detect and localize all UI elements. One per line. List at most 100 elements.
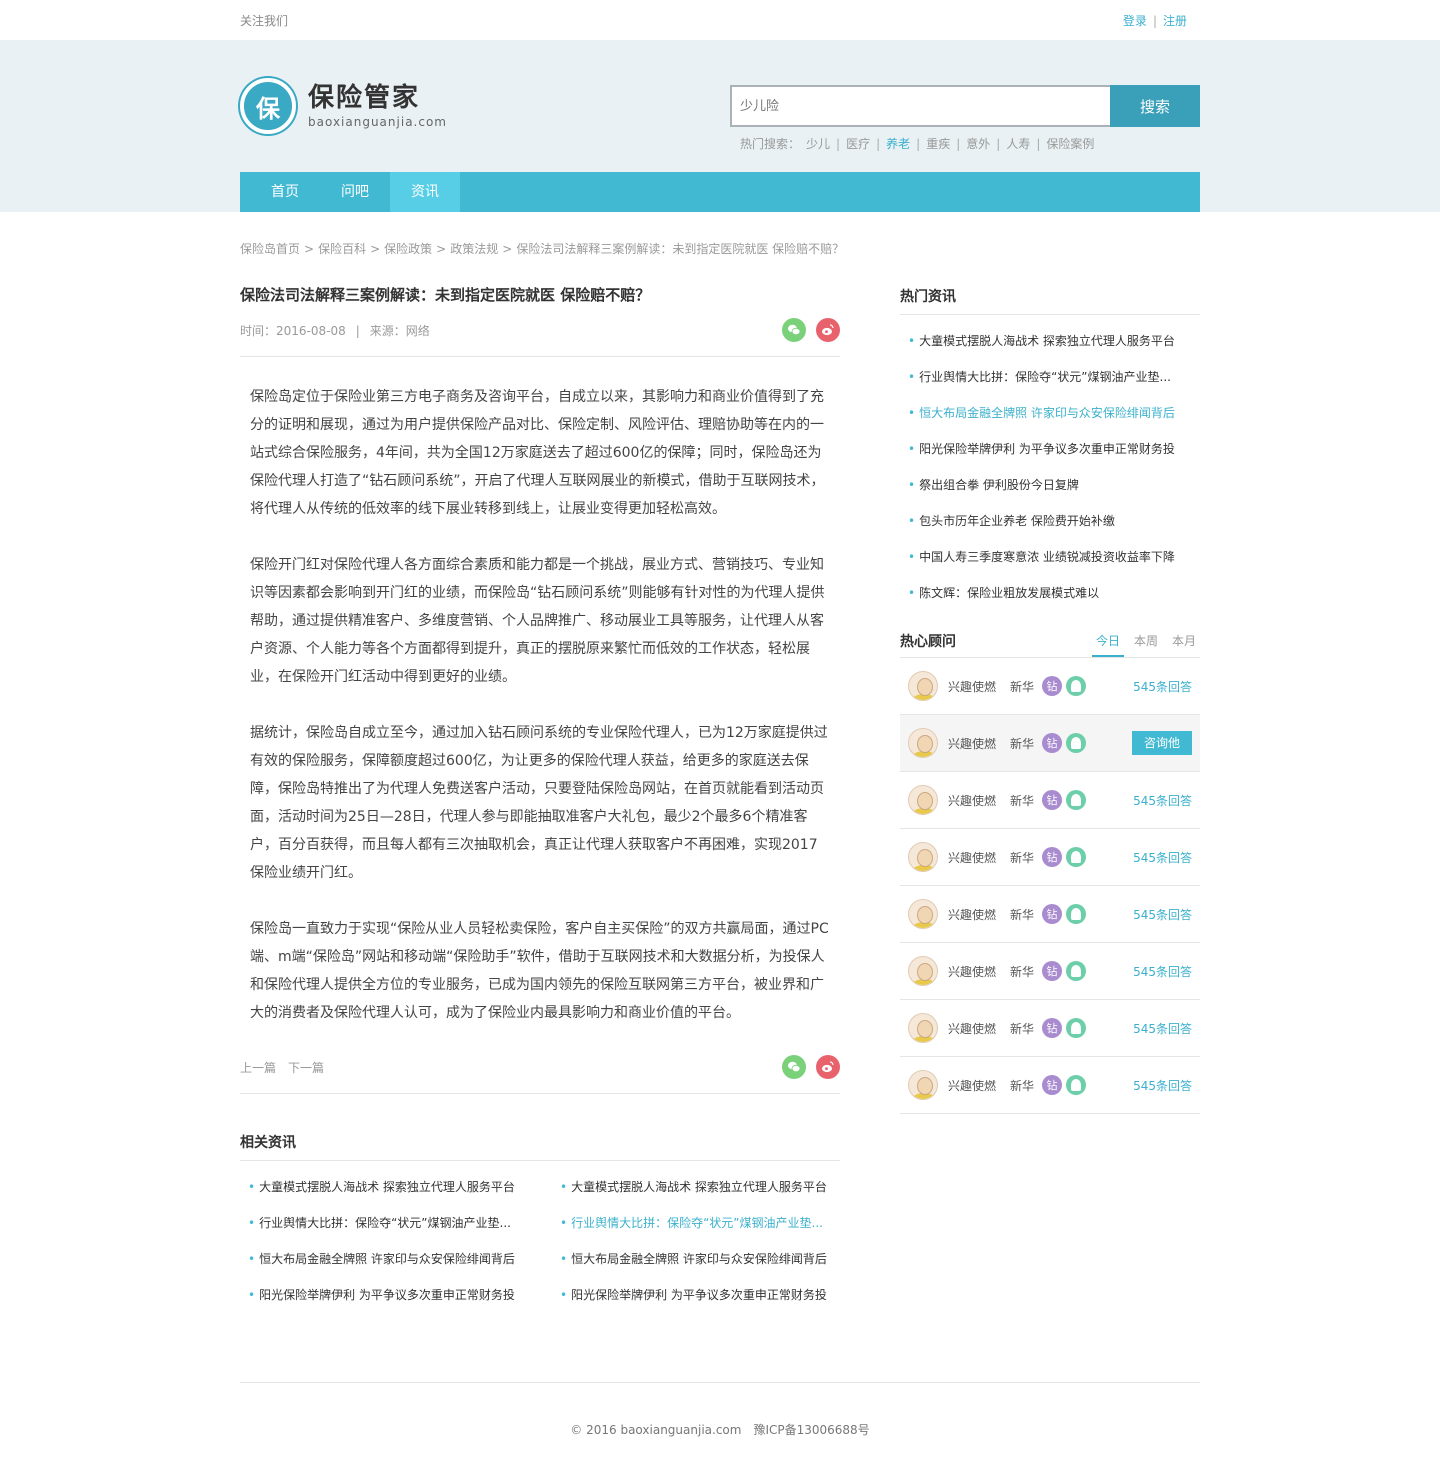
advisor-answer-count[interactable]: 545条回答 — [1133, 849, 1192, 866]
nav-item[interactable]: 问吧 — [320, 172, 390, 212]
hot-news-link[interactable]: 中国人寿三季度寒意浓 业绩锐减投资收益率下降 — [919, 550, 1175, 564]
bullet-icon: • — [908, 370, 916, 384]
advisors-tab[interactable]: 今日 — [1091, 632, 1124, 657]
related-news-item[interactable]: • 大童模式摆脱人海战术 探索独立代理人服务平台 — [240, 1169, 552, 1205]
advisor-row[interactable]: 兴趣使燃 新华钻 545条回答 — [900, 1057, 1200, 1114]
hot-news-link[interactable]: 祭出组合拳 伊利股份今日复牌 — [919, 478, 1079, 492]
avatar[interactable] — [908, 671, 938, 701]
hot-news-link[interactable]: 包头市历年企业养老 保险费开始补缴 — [919, 514, 1115, 528]
related-news-item[interactable]: • 大童模式摆脱人海战术 探索独立代理人服务平台 — [552, 1169, 840, 1205]
advisors-tab[interactable]: 本周 — [1130, 632, 1162, 657]
advisor-name[interactable]: 兴趣使燃 — [948, 678, 1010, 695]
hot-news-item[interactable]: • 大童模式摆脱人海战术 探索独立代理人服务平台 — [900, 323, 1200, 359]
advisor-answer-count[interactable]: 545条回答 — [1133, 1020, 1192, 1037]
breadcrumb-item[interactable]: 保险百科 — [318, 242, 366, 256]
avatar[interactable] — [908, 728, 938, 758]
hot-news-link[interactable]: 行业舆情大比拼：保险夺“状元”煤钢油产业垫... — [919, 370, 1171, 384]
wechat-share-icon[interactable] — [782, 318, 806, 342]
related-news-link[interactable]: 行业舆情大比拼：保险夺“状元”煤钢油产业垫... — [259, 1216, 511, 1230]
search-button[interactable]: 搜索 — [1110, 85, 1200, 127]
related-news-link[interactable]: 恒大布局金融全牌照 许家印与众安保险绯闻背后 — [571, 1252, 827, 1266]
hot-news-link[interactable]: 大童模式摆脱人海战术 探索独立代理人服务平台 — [919, 334, 1175, 348]
advisor-row[interactable]: 兴趣使燃 新华钻 545条回答 — [900, 772, 1200, 829]
advisor-name[interactable]: 兴趣使燃 — [948, 963, 1010, 980]
prev-article-link[interactable]: 上一篇 — [240, 1061, 276, 1075]
advisor-name[interactable]: 兴趣使燃 — [948, 735, 1010, 752]
advisor-row[interactable]: 兴趣使燃 新华钻 545条回答 — [900, 658, 1200, 715]
related-news-link[interactable]: 恒大布局金融全牌照 许家印与众安保险绯闻背后 — [259, 1252, 515, 1266]
advisor-answer-count[interactable]: 545条回答 — [1133, 678, 1192, 695]
hot-keyword[interactable]: 医疗 — [846, 137, 870, 151]
breadcrumb-item[interactable]: 保险政策 — [384, 242, 432, 256]
advisors-tab[interactable]: 本月 — [1168, 632, 1200, 657]
diamond-badge-icon: 钻 — [1042, 790, 1062, 810]
share-buttons-bottom — [782, 1055, 840, 1079]
avatar[interactable] — [908, 1013, 938, 1043]
wechat-share-icon[interactable] — [782, 1055, 806, 1079]
advisor-answer-count[interactable]: 545条回答 — [1133, 906, 1192, 923]
avatar[interactable] — [908, 899, 938, 929]
hot-news-item[interactable]: • 包头市历年企业养老 保险费开始补缴 — [900, 503, 1200, 539]
weibo-share-icon[interactable] — [816, 1055, 840, 1079]
avatar[interactable] — [908, 842, 938, 872]
advisor-row[interactable]: 兴趣使燃 新华钻 545条回答 — [900, 943, 1200, 1000]
weibo-share-icon[interactable] — [816, 318, 840, 342]
related-news-item[interactable]: • 行业舆情大比拼：保险夺“状元”煤钢油产业垫... — [552, 1205, 840, 1241]
related-news-item[interactable]: • 阳光保险举牌伊利 为平争议多次重申正常财务投 — [552, 1277, 840, 1313]
hot-news-item[interactable]: • 祭出组合拳 伊利股份今日复牌 — [900, 467, 1200, 503]
related-news-item[interactable]: • 阳光保险举牌伊利 为平争议多次重申正常财务投 — [240, 1277, 552, 1313]
related-news-link[interactable]: 阳光保险举牌伊利 为平争议多次重申正常财务投 — [259, 1288, 515, 1302]
consult-button[interactable]: 咨询他 — [1132, 731, 1192, 755]
hot-keyword[interactable]: 养老 — [886, 137, 910, 151]
breadcrumb-separator: > — [502, 242, 513, 256]
login-link[interactable]: 登录 — [1123, 14, 1147, 28]
advisor-name[interactable]: 兴趣使燃 — [948, 906, 1010, 923]
advisor-name[interactable]: 兴趣使燃 — [948, 1020, 1010, 1037]
advisor-row[interactable]: 兴趣使燃 新华钻 545条回答 — [900, 829, 1200, 886]
avatar[interactable] — [908, 956, 938, 986]
hot-keyword[interactable]: 少儿 — [806, 137, 830, 151]
advisor-answer-count[interactable]: 545条回答 — [1133, 1077, 1192, 1094]
site-logo[interactable]: 保 保险管家 baoxianguanjia.com — [240, 78, 447, 134]
related-news-link[interactable]: 阳光保险举牌伊利 为平争议多次重申正常财务投 — [571, 1288, 827, 1302]
advisor-name[interactable]: 兴趣使燃 — [948, 792, 1010, 809]
bullet-icon: • — [560, 1252, 568, 1266]
hot-news-link[interactable]: 阳光保险举牌伊利 为平争议多次重申正常财务投 — [919, 442, 1175, 456]
advisor-answer-count[interactable]: 545条回答 — [1133, 792, 1192, 809]
hot-news-item[interactable]: • 中国人寿三季度寒意浓 业绩锐减投资收益率下降 — [900, 539, 1200, 575]
hot-keyword[interactable]: 保险案例 — [1046, 137, 1094, 151]
search-input[interactable] — [730, 85, 1110, 127]
hot-keyword[interactable]: 意外 — [966, 137, 990, 151]
breadcrumb-item: 保险法司法解释三案例解读：未到指定医院就医 保险赔不赔？ — [516, 242, 845, 256]
related-news-item[interactable]: • 恒大布局金融全牌照 许家印与众安保险绯闻背后 — [552, 1241, 840, 1277]
avatar[interactable] — [908, 785, 938, 815]
hot-news-link[interactable]: 陈文辉：保险业粗放发展模式难以 — [919, 586, 1099, 600]
advisor-row[interactable]: 兴趣使燃 新华钻 545条回答 — [900, 886, 1200, 943]
breadcrumb-item[interactable]: 保险岛首页 — [240, 242, 300, 256]
advisor-row[interactable]: 兴趣使燃 新华钻 咨询他 — [900, 715, 1200, 772]
advisor-name[interactable]: 兴趣使燃 — [948, 1077, 1010, 1094]
hot-keyword[interactable]: 人寿 — [1006, 137, 1030, 151]
related-news-item[interactable]: • 行业舆情大比拼：保险夺“状元”煤钢油产业垫... — [240, 1205, 552, 1241]
avatar[interactable] — [908, 1070, 938, 1100]
footer-icp[interactable]: 豫ICP备13006688号 — [753, 1423, 869, 1437]
nav-item[interactable]: 资讯 — [390, 172, 460, 212]
related-news-link[interactable]: 大童模式摆脱人海战术 探索独立代理人服务平台 — [571, 1180, 827, 1194]
breadcrumb-item[interactable]: 政策法规 — [450, 242, 498, 256]
hot-news-link[interactable]: 恒大布局金融全牌照 许家印与众安保险绯闻背后 — [919, 406, 1175, 420]
register-link[interactable]: 注册 — [1163, 14, 1187, 28]
hot-news-item[interactable]: • 阳光保险举牌伊利 为平争议多次重申正常财务投 — [900, 431, 1200, 467]
hot-news-item[interactable]: • 陈文辉：保险业粗放发展模式难以 — [900, 575, 1200, 611]
advisor-row[interactable]: 兴趣使燃 新华钻 545条回答 — [900, 1000, 1200, 1057]
advisor-answer-count[interactable]: 545条回答 — [1133, 963, 1192, 980]
related-news-item[interactable]: • 恒大布局金融全牌照 许家印与众安保险绯闻背后 — [240, 1241, 552, 1277]
hot-news-item[interactable]: • 行业舆情大比拼：保险夺“状元”煤钢油产业垫... — [900, 359, 1200, 395]
advisor-name[interactable]: 兴趣使燃 — [948, 849, 1010, 866]
nav-item[interactable]: 首页 — [250, 172, 320, 212]
related-news-link[interactable]: 大童模式摆脱人海战术 探索独立代理人服务平台 — [259, 1180, 515, 1194]
hot-keyword[interactable]: 重疾 — [926, 137, 950, 151]
follow-us-link[interactable]: 关注我们 — [240, 12, 288, 29]
next-article-link[interactable]: 下一篇 — [288, 1061, 324, 1075]
related-news-link[interactable]: 行业舆情大比拼：保险夺“状元”煤钢油产业垫... — [571, 1216, 823, 1230]
hot-news-item[interactable]: • 恒大布局金融全牌照 许家印与众安保险绯闻背后 — [900, 395, 1200, 431]
